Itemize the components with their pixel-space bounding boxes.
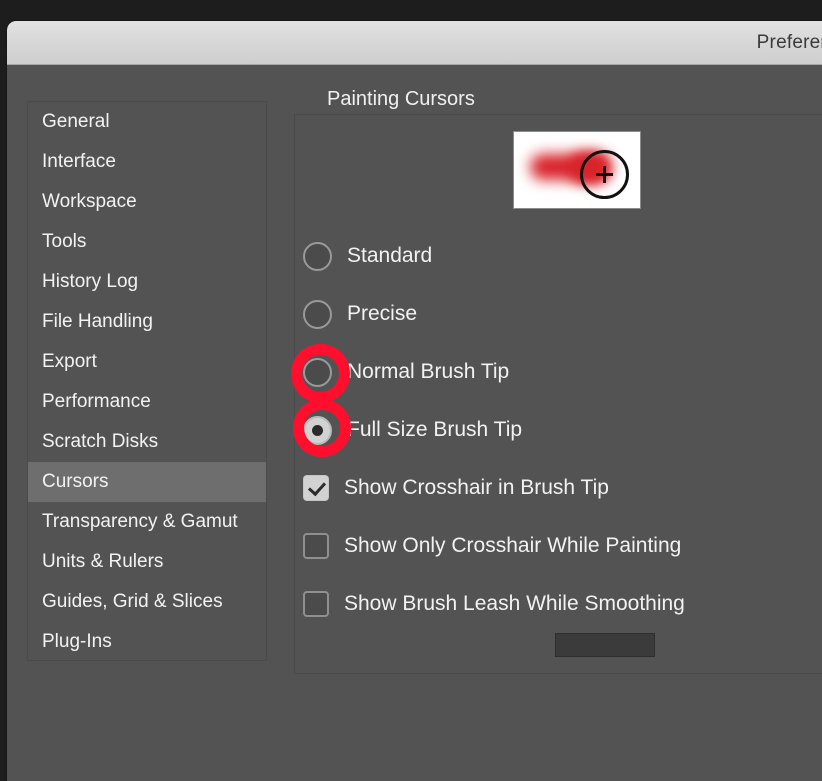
sidebar-item-transparency-gamut[interactable]: Transparency & Gamut: [28, 502, 266, 542]
radio-normal-brush-tip[interactable]: [303, 357, 332, 387]
brush-cursor-preview: [513, 131, 641, 209]
sidebar-item-export[interactable]: Export: [28, 342, 266, 382]
sidebar-item-general[interactable]: General: [28, 102, 266, 142]
window-title: Preferences: [756, 32, 822, 53]
checkbox-show-crosshair-in-brush-tip[interactable]: [303, 475, 329, 501]
checkbox-label-show-brush-leash-while-smoothing: Show Brush Leash While Smoothing: [344, 592, 685, 615]
sidebar-item-performance[interactable]: Performance: [28, 382, 266, 422]
radio-row-precise[interactable]: Precise: [303, 298, 417, 330]
radio-precise[interactable]: [303, 299, 332, 329]
radio-label-normal-brush-tip: Normal Brush Tip: [347, 360, 510, 383]
sidebar-item-scratch-disks[interactable]: Scratch Disks: [28, 422, 266, 462]
sidebar-item-workspace[interactable]: Workspace: [28, 182, 266, 222]
checkbox-row-show-only-crosshair-while-painting[interactable]: Show Only Crosshair While Painting: [303, 530, 681, 562]
sidebar-item-history-log[interactable]: History Log: [28, 262, 266, 302]
radio-label-full-size-brush-tip: Full Size Brush Tip: [347, 418, 523, 441]
sidebar-item-file-handling[interactable]: File Handling: [28, 302, 266, 342]
checkbox-label-show-only-crosshair-while-painting: Show Only Crosshair While Painting: [344, 534, 682, 557]
checkbox-label-show-crosshair-in-brush-tip: Show Crosshair in Brush Tip: [344, 476, 609, 499]
screen: Preferences General Interface Workspace …: [0, 0, 822, 781]
sidebar-item-plug-ins[interactable]: Plug-Ins: [28, 622, 266, 660]
radio-standard[interactable]: [303, 241, 332, 271]
sidebar-item-tools[interactable]: Tools: [28, 222, 266, 262]
window-titlebar[interactable]: Preferences: [7, 21, 822, 65]
radio-row-normal-brush-tip[interactable]: Normal Brush Tip: [303, 356, 509, 388]
checkbox-show-only-crosshair-while-painting[interactable]: [303, 533, 329, 559]
radio-label-precise: Precise: [347, 302, 418, 325]
sidebar-item-units-rulers[interactable]: Units & Rulers: [28, 542, 266, 582]
partial-control-below-fold[interactable]: [555, 633, 655, 657]
preferences-category-list[interactable]: General Interface Workspace Tools Histor…: [27, 101, 267, 661]
crosshair-icon-vertical: [603, 166, 606, 183]
radio-full-size-brush-tip[interactable]: [303, 415, 332, 445]
radio-row-standard[interactable]: Standard: [303, 240, 432, 272]
sidebar-item-interface[interactable]: Interface: [28, 142, 266, 182]
sidebar-item-guides-grid-slices[interactable]: Guides, Grid & Slices: [28, 582, 266, 622]
radio-label-standard: Standard: [347, 244, 433, 267]
checkbox-row-show-brush-leash-while-smoothing[interactable]: Show Brush Leash While Smoothing: [303, 588, 685, 620]
checkbox-show-brush-leash-while-smoothing[interactable]: [303, 591, 329, 617]
preferences-window: Preferences General Interface Workspace …: [7, 21, 822, 781]
painting-cursors-legend: Painting Cursors: [317, 86, 485, 112]
radio-row-full-size-brush-tip[interactable]: Full Size Brush Tip: [303, 414, 522, 446]
sidebar-item-cursors[interactable]: Cursors: [28, 462, 266, 502]
checkbox-row-show-crosshair-in-brush-tip[interactable]: Show Crosshair in Brush Tip: [303, 472, 609, 504]
